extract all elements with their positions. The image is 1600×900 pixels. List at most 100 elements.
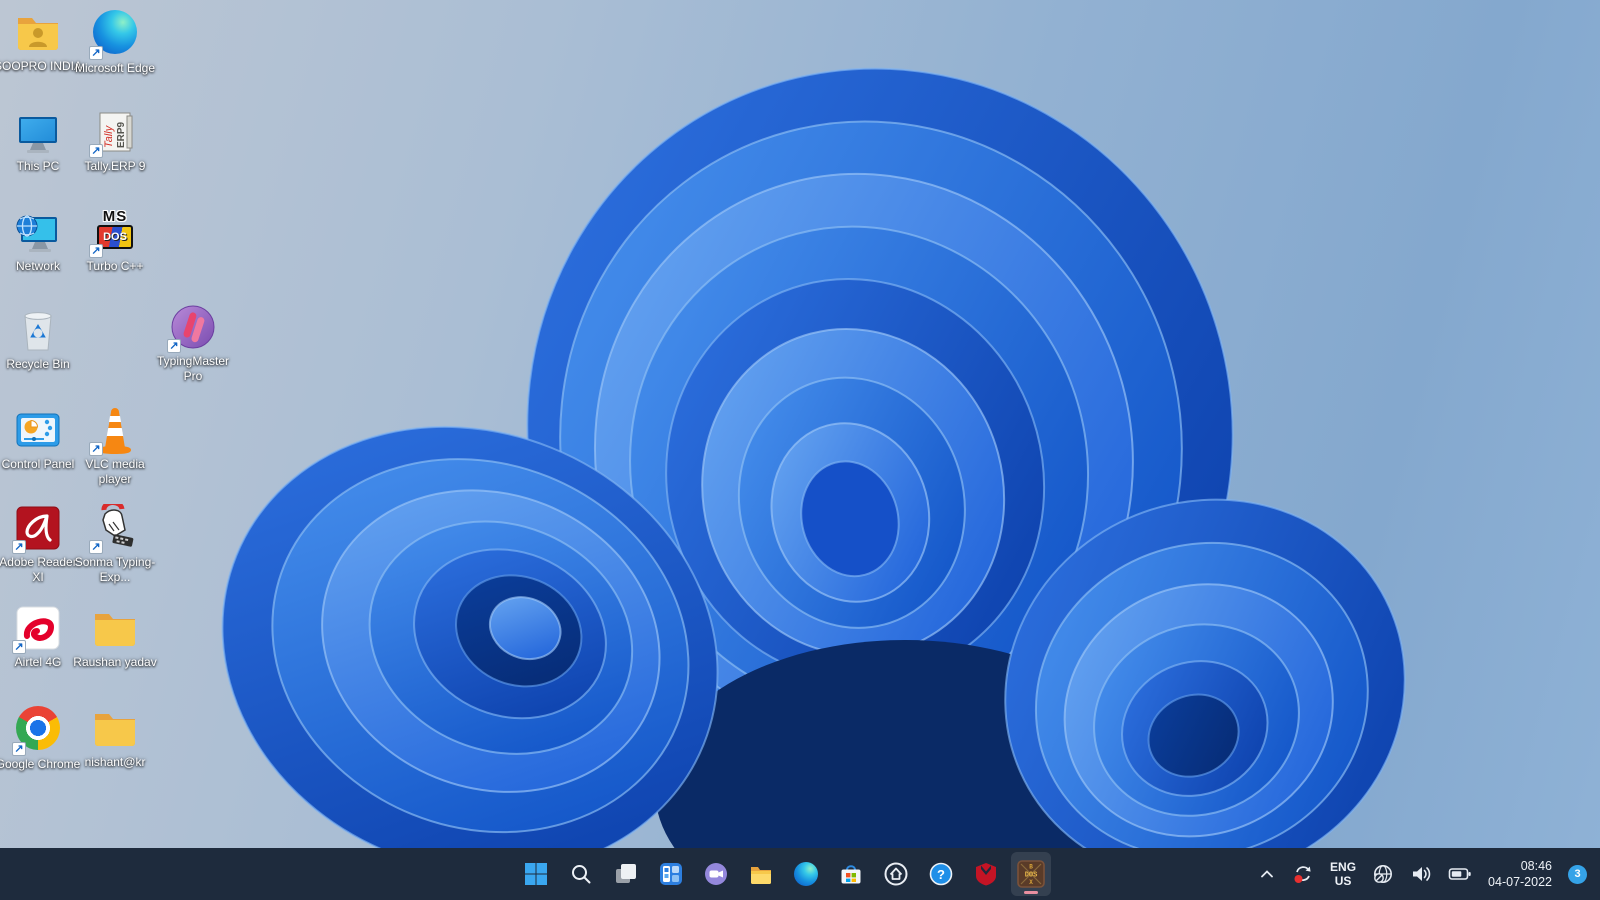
shortcut-arrow-icon: ↗ [89,144,103,158]
task-view-button[interactable] [606,852,646,896]
desktop-icon-turbo-cpp[interactable]: MS DOS ↗ Turbo C++ [71,208,159,274]
desktop-icon-label: VLC media player [85,457,145,486]
typingmaster-icon: ↗ [167,303,217,353]
volume-icon [1413,867,1431,881]
folder-user-icon [14,8,62,56]
widgets-button[interactable] [651,852,691,896]
shortcut-arrow-icon: ↗ [89,244,103,258]
desktop-icon-this-pc[interactable]: This PC [0,108,82,174]
desktop-icon-label: Turbo C++ [86,259,144,273]
control-panel-icon [14,406,62,454]
desktop-icon-label: Microsoft Edge [74,61,156,75]
system-tray: ENG US 08:46 04-07-2022 3 [1253,848,1592,900]
folder-icon [751,867,771,884]
desktop-icon-vlc[interactable]: ↗ VLC media player [71,406,159,487]
sync-red-dot-icon [1294,866,1311,883]
desktop-icon-google-chrome[interactable]: ↗ Google Chrome [0,704,82,772]
search-icon [572,865,591,884]
chat-button[interactable] [696,852,736,896]
dos-glyph: X [1029,879,1033,886]
battery-button[interactable] [1443,854,1477,894]
ms-dos-icon: MS DOS ↗ [89,208,139,258]
store-button[interactable] [831,852,871,896]
recycle-bin-icon [14,306,62,354]
desktop-icon-microsoft-edge[interactable]: ↗ Microsoft Edge [71,8,159,76]
volume-button[interactable] [1405,854,1437,894]
language-line2: US [1334,874,1352,888]
language-line1: ENG [1330,859,1357,874]
airtel-swirl-icon: ↗ [12,604,62,654]
hand-keyboard-icon: ↗ [89,500,139,554]
desktop-icon-label: Raushan yadav [73,655,157,669]
sync-tray-icon-button[interactable] [1287,854,1319,894]
file-explorer-button[interactable] [741,852,781,896]
desktop-icon-label: Adobe Reader XI [0,555,77,584]
notification-center-button[interactable]: 3 [1563,854,1592,894]
desktop-icon-label: Sonma Typing-Exp... [74,555,156,584]
desktop-icon-recycle-bin[interactable]: Recycle Bin [0,306,82,372]
taskbar: ? B DOS X ENG US 08:46 04-07-2022 3 [0,848,1600,900]
shortcut-arrow-icon: ↗ [12,640,26,654]
chrome-icon: ↗ [12,706,62,756]
adobe-reader-icon: ↗ [12,504,62,554]
clock-date: 04-07-2022 [1488,875,1552,889]
shortcut-arrow-icon: ↗ [89,442,103,456]
get-help-button[interactable]: ? [921,852,961,896]
clock-button[interactable]: 08:46 04-07-2022 [1483,854,1557,894]
desktop-icon-tally-erp9[interactable]: Tally ERP9 ↗ Tally.ERP 9 [71,108,159,174]
battery-icon [1448,868,1471,880]
edge-icon [794,862,818,886]
monitor-globe-icon [14,208,62,256]
task-view-icon [616,864,636,883]
mcafee-button[interactable] [966,852,1006,896]
active-app-indicator [1024,891,1038,894]
control-panel-icon-svg [16,413,60,447]
windows-start-icon [525,863,547,885]
store-bag-icon [841,865,861,884]
edge-icon: ↗ [89,10,139,60]
desktop: SOOPRO INDIA ↗ Microsoft Edge This PC Ta… [0,0,1600,900]
shortcut-arrow-icon: ↗ [12,742,26,756]
folder-user-icon-svg [18,18,58,50]
network-button[interactable] [1367,854,1399,894]
desktop-icon-soopro-india[interactable]: SOOPRO INDIA [0,8,82,74]
desktop-icon-control-panel[interactable]: Control Panel [0,406,82,472]
desktop-icon-label: Google Chrome [0,757,81,771]
desktop-icon-adobe-reader[interactable]: ↗ Adobe Reader XI [0,504,82,585]
dosbox-button[interactable]: B DOS X [1011,852,1051,896]
recycle-bin-icon-svg [24,312,52,351]
dos-glyph: B [1029,864,1033,871]
start-button[interactable] [516,852,556,896]
desktop-icon-raushan-yadav[interactable]: Raushan yadav [71,604,159,670]
shortcut-arrow-icon: ↗ [89,540,103,554]
tally-text: Tally [103,124,115,148]
desktop-icon-label: TypingMaster Pro [156,354,230,383]
desktop-icon-label: Network [15,259,60,273]
monitor-globe-icon-svg [16,215,57,252]
question-glyph: ? [937,867,945,882]
language-indicator[interactable]: ENG US [1325,854,1361,894]
home-app-button[interactable] [876,852,916,896]
desktop-icon-nishant-kr[interactable]: nishant@kr [71,704,159,770]
folder-icon [91,604,139,652]
desktop-icon-label: Control Panel [1,457,75,471]
desktop-icon-network[interactable]: Network [0,208,82,274]
home-outline-icon [884,862,908,886]
desktop-icon-typingmaster[interactable]: ↗ TypingMaster Pro [149,303,237,384]
vlc-cone-icon: ↗ [89,406,139,456]
folder-icon-svg [95,614,135,646]
folder-icon [91,704,139,752]
clock-time: 08:46 [1520,858,1552,873]
notification-badge: 3 [1568,864,1587,884]
question-mark-icon: ? [929,862,953,886]
desktop-icon-airtel[interactable]: ↗ Airtel 4G [0,604,82,670]
network-globe-icon [1374,865,1393,883]
taskbar-center-buttons: ? B DOS X [516,848,1051,900]
mcafee-shield-icon [976,863,996,886]
desktop-icon-sonma-typing[interactable]: ↗ Sonma Typing-Exp... [71,500,159,585]
desktop-icon-label: nishant@kr [84,755,146,769]
folder-icon-svg [95,714,135,746]
search-button[interactable] [561,852,601,896]
hidden-icons-chevron[interactable] [1253,854,1281,894]
edge-button[interactable] [786,852,826,896]
